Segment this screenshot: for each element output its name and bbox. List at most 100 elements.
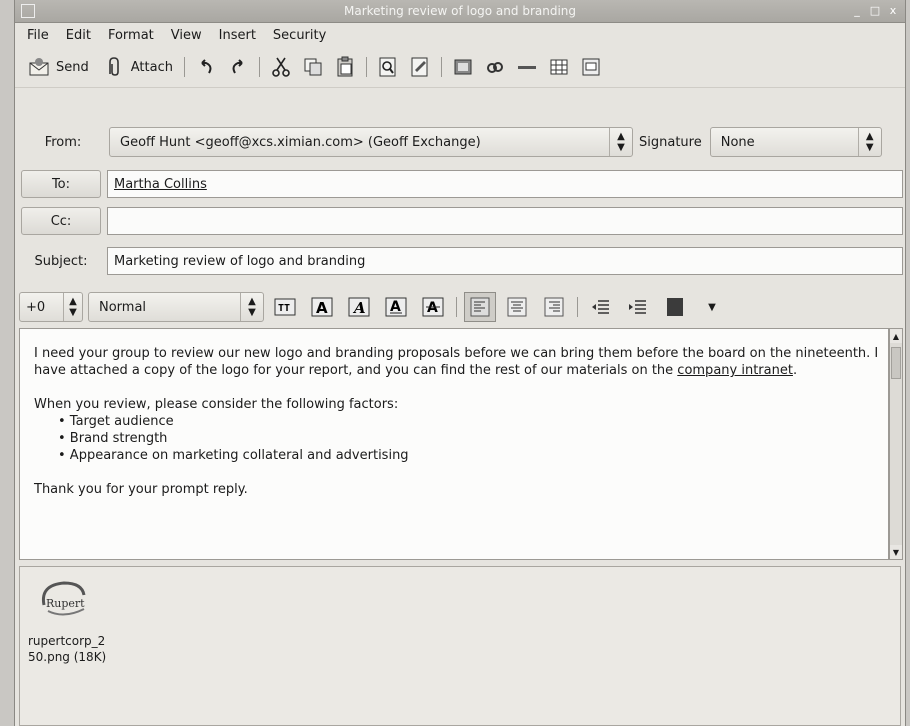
insert-link-icon[interactable] bbox=[482, 54, 508, 80]
toolbar-separator bbox=[456, 297, 457, 317]
toolbar-separator bbox=[577, 297, 578, 317]
menu-bar: File Edit Format View Insert Security bbox=[15, 23, 905, 47]
to-button[interactable]: To: bbox=[21, 170, 101, 198]
to-field[interactable]: Martha Collins bbox=[107, 170, 903, 198]
scroll-down-arrow-icon[interactable]: ▼ bbox=[890, 545, 902, 559]
format-toolbar: +0 ▲ ▼ Normal ▲ ▼ TT A A A A ▼ bbox=[15, 290, 905, 324]
svg-text:A: A bbox=[316, 299, 328, 317]
align-left-icon[interactable] bbox=[464, 292, 496, 322]
to-recipient[interactable]: Martha Collins bbox=[114, 177, 207, 192]
window-title: Marketing review of logo and branding bbox=[343, 4, 577, 18]
align-center-icon[interactable] bbox=[501, 292, 533, 322]
chevron-down-icon[interactable]: ▼ bbox=[696, 292, 728, 322]
scroll-up-arrow-icon[interactable]: ▲ bbox=[890, 329, 902, 343]
teletype-icon[interactable]: TT bbox=[269, 292, 301, 322]
cut-icon[interactable] bbox=[268, 54, 294, 80]
logo-text: Rupert bbox=[46, 597, 85, 610]
subject-label: Subject: bbox=[34, 253, 88, 269]
body-closing: Thank you for your prompt reply. bbox=[34, 482, 248, 497]
italic-icon[interactable]: A bbox=[343, 292, 375, 322]
font-size-value: +0 bbox=[26, 299, 46, 315]
paragraph-style-value: Normal bbox=[99, 299, 147, 315]
subject-row: Subject: Marketing review of logo and br… bbox=[15, 246, 905, 276]
minimize-button[interactable]: _ bbox=[849, 2, 865, 18]
chevron-updown-icon: ▲ ▼ bbox=[240, 293, 263, 321]
insert-html-icon[interactable] bbox=[578, 54, 604, 80]
bold-icon[interactable]: A bbox=[306, 292, 338, 322]
attachment-size: 50.png (18K) bbox=[28, 650, 107, 664]
menu-edit[interactable]: Edit bbox=[58, 28, 100, 43]
close-button[interactable]: x bbox=[885, 2, 901, 18]
intranet-link[interactable]: company intranet bbox=[677, 363, 793, 378]
main-toolbar: Send Attach bbox=[15, 47, 905, 88]
from-account-select[interactable]: Geoff Hunt <geoff@xcs.ximian.com> (Geoff… bbox=[109, 127, 633, 157]
attach-button[interactable]: Attach bbox=[98, 52, 176, 82]
window-menu-icon[interactable] bbox=[21, 4, 35, 18]
message-body[interactable]: I need your group to review our new logo… bbox=[19, 328, 889, 560]
menu-view[interactable]: View bbox=[163, 28, 211, 43]
align-right-icon[interactable] bbox=[538, 292, 570, 322]
text-color-icon[interactable] bbox=[659, 292, 691, 322]
from-row: From: Geoff Hunt <geoff@xcs.ximian.com> … bbox=[15, 125, 905, 159]
list-item: • Brand strength bbox=[58, 431, 168, 446]
find-icon[interactable] bbox=[375, 54, 401, 80]
send-button[interactable]: Send bbox=[23, 52, 92, 82]
signature-label: Signature bbox=[639, 134, 702, 150]
send-icon bbox=[26, 54, 52, 80]
body-text: . bbox=[792, 363, 798, 378]
rupert-logo-icon: Rupert bbox=[41, 581, 86, 616]
paste-icon[interactable] bbox=[332, 54, 358, 80]
menu-security[interactable]: Security bbox=[265, 28, 335, 43]
list-item: • Target audience bbox=[58, 414, 174, 429]
attach-label: Attach bbox=[130, 59, 173, 75]
toolbar-separator bbox=[258, 57, 260, 77]
insert-table-icon[interactable] bbox=[546, 54, 572, 80]
chevron-updown-icon: ▲ ▼ bbox=[63, 293, 82, 321]
attachment-bar: Rupert rupertcorp_2 50.png (18K) bbox=[19, 566, 901, 726]
factor-list: • Target audience • Brand strength • App… bbox=[34, 413, 888, 464]
paragraph-style-select[interactable]: Normal ▲ ▼ bbox=[88, 292, 264, 322]
to-row: To: Martha Collins bbox=[15, 169, 905, 199]
find-replace-icon[interactable] bbox=[407, 54, 433, 80]
font-size-select[interactable]: +0 ▲ ▼ bbox=[19, 292, 83, 322]
underline-icon[interactable]: A bbox=[380, 292, 412, 322]
from-label: From: bbox=[44, 134, 82, 150]
indent-icon[interactable] bbox=[622, 292, 654, 322]
composer-window: Marketing review of logo and branding _ … bbox=[14, 0, 906, 726]
undo-icon[interactable] bbox=[193, 54, 219, 80]
chevron-updown-icon: ▲ ▼ bbox=[857, 128, 881, 156]
menu-insert[interactable]: Insert bbox=[211, 28, 265, 43]
toolbar-separator bbox=[440, 57, 442, 77]
insert-image-icon[interactable] bbox=[450, 54, 476, 80]
menu-file[interactable]: File bbox=[19, 28, 58, 43]
attachment-name[interactable]: rupertcorp_2 50.png (18K) bbox=[28, 633, 106, 665]
cc-row: Cc: bbox=[15, 206, 905, 236]
title-bar: Marketing review of logo and branding _ … bbox=[15, 0, 905, 23]
outdent-icon[interactable] bbox=[585, 292, 617, 322]
subject-field[interactable]: Marketing review of logo and branding bbox=[107, 247, 903, 275]
cc-button[interactable]: Cc: bbox=[21, 207, 101, 235]
maximize-button[interactable]: □ bbox=[867, 2, 883, 18]
menu-format[interactable]: Format bbox=[100, 28, 163, 43]
toolbar-separator bbox=[183, 57, 185, 77]
signature-select[interactable]: None ▲ ▼ bbox=[709, 127, 882, 157]
svg-text:A: A bbox=[352, 299, 366, 317]
send-label: Send bbox=[56, 59, 89, 75]
cc-field[interactable] bbox=[107, 207, 903, 235]
body-scrollbar[interactable]: ▲ ▼ bbox=[889, 328, 903, 560]
attachment-filename: rupertcorp_2 bbox=[28, 634, 106, 648]
insert-rule-icon[interactable] bbox=[514, 54, 540, 80]
signature-value: None bbox=[720, 134, 755, 150]
chevron-updown-icon: ▲ ▼ bbox=[609, 128, 632, 156]
paperclip-icon bbox=[101, 54, 127, 80]
copy-icon[interactable] bbox=[300, 54, 326, 80]
strikethrough-icon[interactable]: A bbox=[417, 292, 449, 322]
redo-icon[interactable] bbox=[225, 54, 251, 80]
body-paragraph: I need your group to review our new logo… bbox=[34, 345, 888, 379]
svg-text:A: A bbox=[427, 300, 438, 316]
toolbar-separator bbox=[365, 57, 367, 77]
from-account-value: Geoff Hunt <geoff@xcs.ximian.com> (Geoff… bbox=[120, 134, 481, 150]
scroll-thumb[interactable] bbox=[891, 347, 901, 379]
attachment-thumbnail[interactable]: Rupert bbox=[34, 575, 94, 627]
svg-text:TT: TT bbox=[278, 303, 290, 314]
